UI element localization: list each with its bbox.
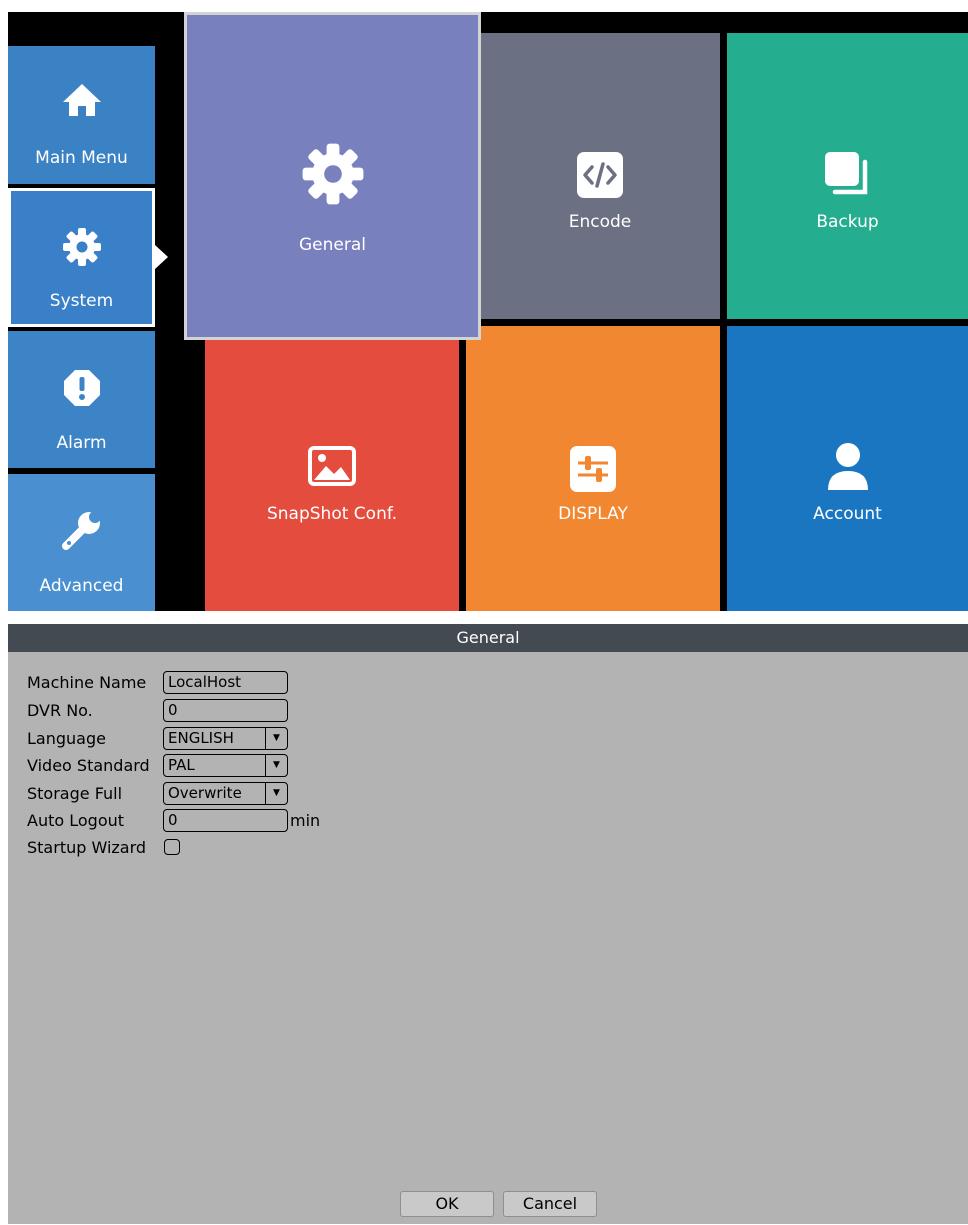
auto-logout-unit: min xyxy=(290,810,321,830)
storage-full-select[interactable]: Overwrite ▼ xyxy=(163,781,288,805)
wrench-icon xyxy=(8,508,155,552)
sidebar-item-label: Main Menu xyxy=(35,148,128,168)
tile-label: Account xyxy=(813,504,882,524)
auto-logout-row: Auto Logout 0 min xyxy=(27,808,320,832)
image-icon xyxy=(205,446,459,486)
sliders-icon xyxy=(466,446,720,492)
startup-wizard-row: Startup Wizard xyxy=(27,835,180,859)
sidebar-item-label: Advanced xyxy=(39,576,124,596)
tile-label: General xyxy=(299,235,366,255)
selection-arrow xyxy=(155,245,168,269)
tile-display[interactable]: DISPLAY xyxy=(466,326,720,611)
machine-name-field[interactable]: LocalHost xyxy=(163,670,288,694)
dialog-title: General xyxy=(8,624,968,652)
chevron-down-icon[interactable]: ▼ xyxy=(265,727,287,749)
startup-wizard-checkbox[interactable] xyxy=(164,839,180,855)
language-value: ENGLISH xyxy=(168,728,234,747)
tile-account[interactable]: Account xyxy=(727,326,968,611)
gear-icon xyxy=(187,142,478,206)
tile-encode[interactable]: Encode xyxy=(480,33,720,319)
tile-general[interactable]: General xyxy=(184,12,481,340)
sidebar-item-main-menu[interactable]: Main Menu xyxy=(8,46,155,184)
cancel-button[interactable]: Cancel xyxy=(503,1191,597,1217)
sidebar-item-system[interactable]: System xyxy=(8,188,155,327)
ok-button[interactable]: OK xyxy=(400,1191,494,1217)
startup-wizard-label: Startup Wizard xyxy=(27,837,147,857)
gear-icon xyxy=(11,227,152,267)
video-standard-row: Video Standard PAL ▼ xyxy=(27,753,288,777)
language-row: Language ENGLISH ▼ xyxy=(27,726,288,750)
tile-label: DISPLAY xyxy=(558,504,628,524)
language-select[interactable]: ENGLISH ▼ xyxy=(163,726,288,750)
sidebar-item-advanced[interactable]: Advanced xyxy=(8,474,155,611)
tile-label: SnapShot Conf. xyxy=(266,504,397,524)
storage-full-label: Storage Full xyxy=(27,783,123,803)
backup-icon xyxy=(727,152,968,198)
auto-logout-field[interactable]: 0 xyxy=(163,808,288,832)
language-label: Language xyxy=(27,728,106,748)
sidebar-item-label: Alarm xyxy=(56,433,107,453)
storage-full-row: Storage Full Overwrite ▼ xyxy=(27,781,288,805)
machine-name-row: Machine Name LocalHost xyxy=(27,670,288,694)
user-icon xyxy=(727,442,968,492)
general-dialog: General Machine Name LocalHost DVR No. 0… xyxy=(8,624,968,1224)
sidebar-item-alarm[interactable]: Alarm xyxy=(8,331,155,468)
chevron-down-icon[interactable]: ▼ xyxy=(265,754,287,776)
home-icon xyxy=(8,82,155,118)
auto-logout-label: Auto Logout xyxy=(27,810,125,830)
video-standard-label: Video Standard xyxy=(27,755,150,775)
sidebar-item-label: System xyxy=(49,291,114,311)
storage-full-value: Overwrite xyxy=(168,783,242,802)
dvr-no-field[interactable]: 0 xyxy=(163,698,288,722)
machine-name-label: Machine Name xyxy=(27,672,147,692)
code-icon xyxy=(480,152,720,198)
dvr-no-label: DVR No. xyxy=(27,700,93,720)
dvr-no-row: DVR No. 0 xyxy=(27,698,288,722)
tile-snapshot-conf[interactable]: SnapShot Conf. xyxy=(205,326,459,611)
alert-icon xyxy=(8,369,155,407)
chevron-down-icon[interactable]: ▼ xyxy=(265,782,287,804)
video-standard-value: PAL xyxy=(168,755,195,774)
tile-label: Encode xyxy=(568,212,632,232)
main-menu-screen: Main Menu System Alarm Advanced Encode B… xyxy=(8,12,968,611)
tile-backup[interactable]: Backup xyxy=(727,33,968,319)
tile-label: Backup xyxy=(816,212,879,232)
video-standard-select[interactable]: PAL ▼ xyxy=(163,753,288,777)
